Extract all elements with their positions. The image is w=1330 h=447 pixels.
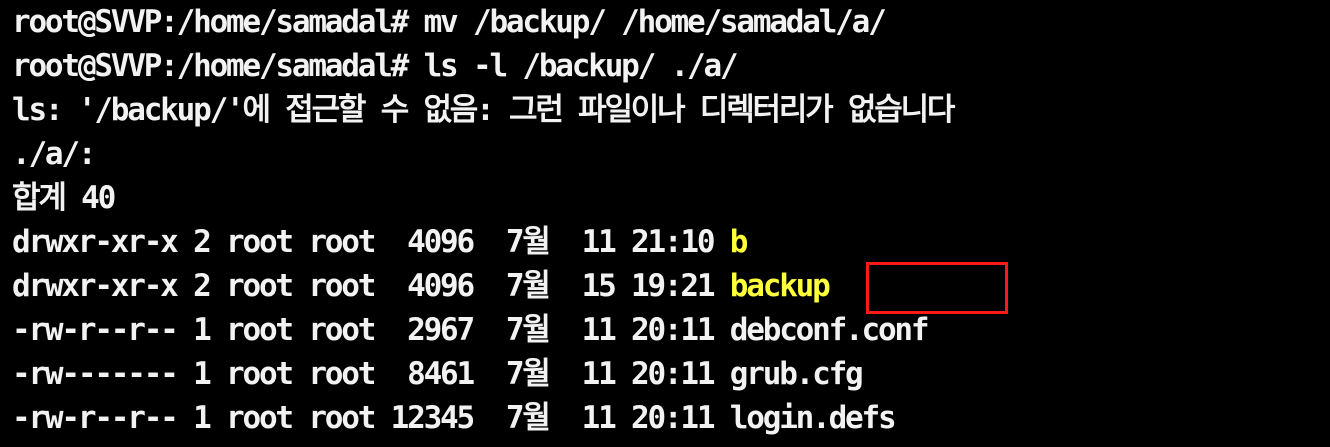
file-name: debconf.conf xyxy=(729,312,930,348)
command-line-ls: root@SVVP:/home/samadal# ls -l /backup/ … xyxy=(12,48,739,84)
file-meta: -rw------- 1 root root 8461 7월 11 20:11 xyxy=(12,356,730,392)
file-row-backup: drwxr-xr-x 2 root root 4096 7월 15 19:21 … xyxy=(12,264,831,308)
file-name: login.defs xyxy=(729,400,897,436)
error-message: ls: '/backup/'에 접근할 수 없음: 그런 파일이나 디렉터리가 … xyxy=(12,92,955,128)
file-meta: -rw-r--r-- 1 root root 12345 7월 11 20:11 xyxy=(12,400,730,436)
command-line-mv: root@SVVP:/home/samadal# mv /backup/ /ho… xyxy=(12,4,887,40)
directory-name: backup xyxy=(729,268,831,304)
file-meta: -rw-r--r-- 1 root root 2967 7월 11 20:11 xyxy=(12,312,730,348)
file-row-grub: -rw------- 1 root root 8461 7월 11 20:11 … xyxy=(12,352,864,396)
terminal-window[interactable]: root@SVVP:/home/samadal# mv /backup/ /ho… xyxy=(0,0,1330,447)
file-row-login: -rw-r--r-- 1 root root 12345 7월 11 20:11… xyxy=(12,396,897,440)
total-line: 합계 40 xyxy=(12,180,116,216)
directory-name: b xyxy=(729,224,749,260)
file-meta: drwxr-xr-x 2 root root 4096 7월 11 21:10 xyxy=(12,224,730,260)
directory-header: ./a/: xyxy=(12,136,97,172)
highlight-box xyxy=(866,262,1008,314)
file-row-debconf: -rw-r--r-- 1 root root 2967 7월 11 20:11 … xyxy=(12,308,930,352)
file-row-b: drwxr-xr-x 2 root root 4096 7월 11 21:10 … xyxy=(12,220,749,264)
file-meta: drwxr-xr-x 2 root root 4096 7월 15 19:21 xyxy=(12,268,730,304)
file-name: grub.cfg xyxy=(729,356,864,392)
